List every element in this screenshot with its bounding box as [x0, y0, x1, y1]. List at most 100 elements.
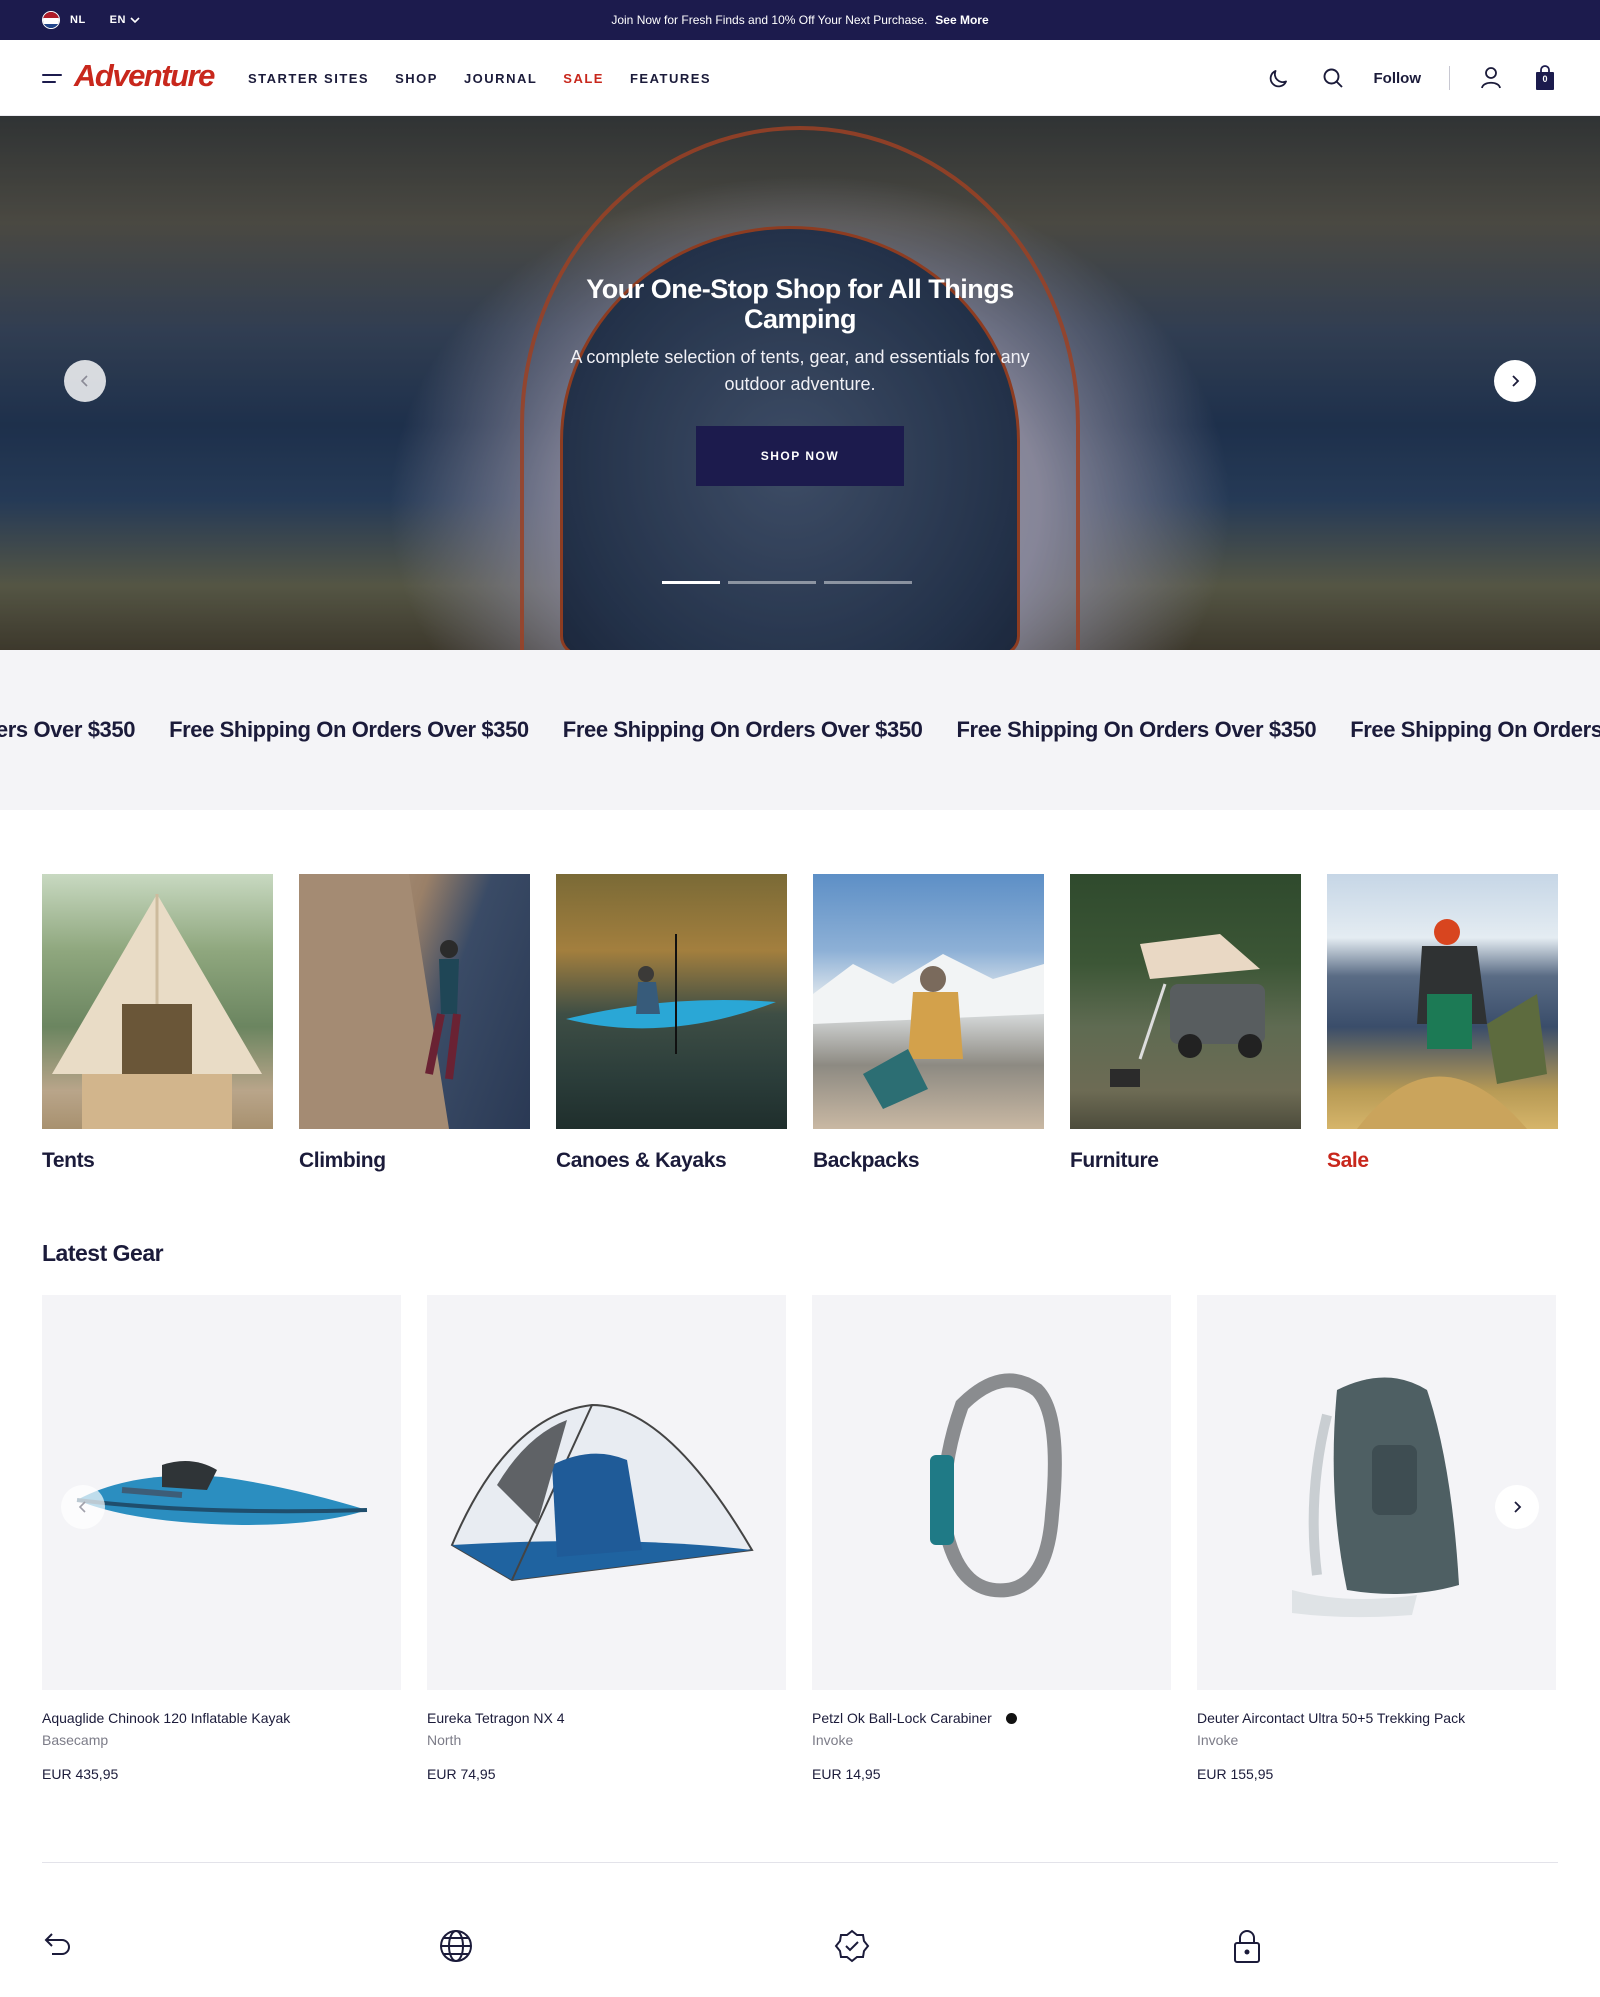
category-label[interactable]: Canoes & Kayaks [556, 1149, 787, 1173]
see-more-link[interactable]: See More [935, 13, 988, 27]
hero-content: Your One-Stop Shop for All Things Campin… [560, 274, 1040, 398]
site-header: Adventure STARTER SITES SHOP JOURNAL SAL… [0, 40, 1600, 116]
search-button[interactable] [1320, 65, 1346, 91]
product-brand: North [427, 1732, 462, 1748]
product-card[interactable]: Petzl Ok Ball-Lock Carabiner Invoke EUR … [812, 1295, 1171, 1782]
slide-indicator[interactable] [662, 581, 720, 584]
slide-indicator[interactable] [728, 581, 816, 584]
announcement-message: Join Now for Fresh Finds and 10% Off You… [0, 0, 1600, 40]
category-image[interactable] [1327, 874, 1558, 1129]
tent-photo-graphic [52, 894, 262, 1129]
hero-title: Your One-Stop Shop for All Things Campin… [586, 274, 1014, 334]
category-label[interactable]: Furniture [1070, 1149, 1301, 1173]
cart-count: 0 [1542, 74, 1548, 84]
category-climbing[interactable]: Climbing [299, 874, 530, 1173]
marquee-item: Free Shipping On Orders Ov [1350, 717, 1600, 742]
cart-button[interactable]: 0 [1532, 65, 1558, 91]
product-price: EUR 14,95 [812, 1766, 881, 1782]
canoe-photo-graphic [1357, 919, 1547, 1129]
latest-gear-title: Latest Gear [42, 1240, 164, 1266]
carabiner-product-graphic [930, 1373, 1062, 1598]
chevron-left-icon [78, 1501, 86, 1513]
nav-sale[interactable]: SALE [563, 71, 604, 86]
product-card[interactable]: Deuter Aircontact Ultra 50+5 Trekking Pa… [1197, 1295, 1556, 1782]
hero-prev-button[interactable] [64, 360, 106, 402]
nav-features[interactable]: FEATURES [630, 71, 711, 86]
category-label[interactable]: Tents [42, 1149, 273, 1173]
shipping-marquee: Orders Over $350 Free Shipping On Orders… [0, 650, 1600, 810]
feature-icons-row [42, 1928, 1558, 1968]
lock-icon [1232, 1928, 1262, 1969]
account-button[interactable] [1478, 65, 1504, 91]
nav-starter-sites[interactable]: STARTER SITES [248, 71, 369, 86]
category-image[interactable] [556, 874, 787, 1129]
hero-slideshow: Your One-Stop Shop for All Things Campin… [0, 116, 1600, 650]
return-icon [42, 1928, 74, 1965]
marquee-item: Free Shipping On Orders Over $350 [562, 717, 923, 742]
menu-icon[interactable] [42, 74, 62, 84]
hero-subtitle: A complete selection of tents, gear, and… [570, 347, 1030, 394]
product-card[interactable]: Eureka Tetragon NX 4 North EUR 74,95 [427, 1295, 786, 1782]
product-card[interactable]: Aquaglide Chinook 120 Inflatable Kayak B… [42, 1295, 401, 1782]
verified-badge-icon [834, 1928, 870, 1969]
chevron-right-icon [1514, 1501, 1522, 1513]
marquee-item: Free Shipping On Orders Over $350 [169, 717, 529, 742]
nav-journal[interactable]: JOURNAL [464, 71, 537, 86]
category-label[interactable]: Backpacks [813, 1149, 1044, 1173]
color-swatch[interactable] [1005, 1712, 1017, 1724]
product-brand: Invoke [812, 1732, 854, 1748]
category-sale[interactable]: Sale [1327, 874, 1558, 1173]
category-image[interactable] [299, 874, 530, 1129]
header-divider [1449, 66, 1450, 90]
products-prev-button[interactable] [61, 1485, 105, 1529]
product-brand: Invoke [1197, 1732, 1239, 1748]
category-label[interactable]: Climbing [299, 1149, 530, 1173]
product-price: EUR 435,95 [42, 1766, 119, 1782]
slide-progress [662, 581, 912, 584]
chevron-left-icon [80, 375, 88, 387]
hiker-photo-graphic [813, 954, 1044, 1109]
marquee-item: Free Shipping On Orders Over $350 [956, 717, 1317, 742]
rooftop-tent-photo-graphic [1110, 934, 1265, 1087]
product-image[interactable] [812, 1295, 1171, 1690]
product-brand: Basecamp [42, 1732, 109, 1748]
site-logo[interactable]: Adventure [74, 58, 215, 94]
shop-now-button[interactable]: SHOP NOW [696, 426, 904, 486]
category-image[interactable] [1070, 874, 1301, 1129]
product-price: EUR 74,95 [427, 1766, 496, 1782]
climber-photo-graphic [299, 874, 461, 1129]
follow-button[interactable]: Follow [1374, 70, 1422, 87]
category-grid: Tents Climbing Canoes & Kayaks Backpacks… [42, 874, 1558, 1173]
hero-next-button[interactable] [1494, 360, 1536, 402]
globe-icon [438, 1928, 474, 1969]
products-next-button[interactable] [1495, 1485, 1539, 1529]
category-furniture[interactable]: Furniture [1070, 874, 1301, 1173]
nav-shop[interactable]: SHOP [395, 71, 438, 86]
product-name-row: Deuter Aircontact Ultra 50+5 Trekking Pa… [1197, 1710, 1556, 1726]
category-image[interactable] [813, 874, 1044, 1129]
category-tents[interactable]: Tents [42, 874, 273, 1173]
marquee-item: Orders Over $350 [0, 717, 136, 742]
product-carousel: Aquaglide Chinook 120 Inflatable Kayak B… [42, 1295, 1558, 1782]
slide-indicator[interactable] [824, 581, 912, 584]
product-name-row: Aquaglide Chinook 120 Inflatable Kayak [42, 1710, 401, 1726]
section-divider [42, 1862, 1558, 1863]
announcement-text: Join Now for Fresh Finds and 10% Off You… [611, 13, 928, 27]
category-backpacks[interactable]: Backpacks [813, 874, 1044, 1173]
main-nav: STARTER SITES SHOP JOURNAL SALE FEATURES [248, 40, 711, 116]
dark-mode-toggle[interactable] [1266, 65, 1292, 91]
product-image[interactable] [427, 1295, 786, 1690]
product-name[interactable]: Aquaglide Chinook 120 Inflatable Kayak [42, 1710, 290, 1726]
search-icon [1323, 68, 1343, 88]
category-image[interactable] [42, 874, 273, 1129]
tent-product-graphic [450, 1403, 754, 1582]
category-label[interactable]: Sale [1327, 1149, 1558, 1173]
product-name[interactable]: Eureka Tetragon NX 4 [427, 1710, 565, 1726]
product-name[interactable]: Deuter Aircontact Ultra 50+5 Trekking Pa… [1197, 1710, 1465, 1726]
announcement-bar: NL EN Join Now for Fresh Finds and 10% O… [0, 0, 1600, 40]
product-name[interactable]: Petzl Ok Ball-Lock Carabiner [812, 1710, 992, 1726]
product-price: EUR 155,95 [1197, 1766, 1274, 1782]
product-name-row: Petzl Ok Ball-Lock Carabiner [812, 1710, 1171, 1726]
category-canoes-kayaks[interactable]: Canoes & Kayaks [556, 874, 787, 1173]
moon-icon [1269, 70, 1287, 88]
